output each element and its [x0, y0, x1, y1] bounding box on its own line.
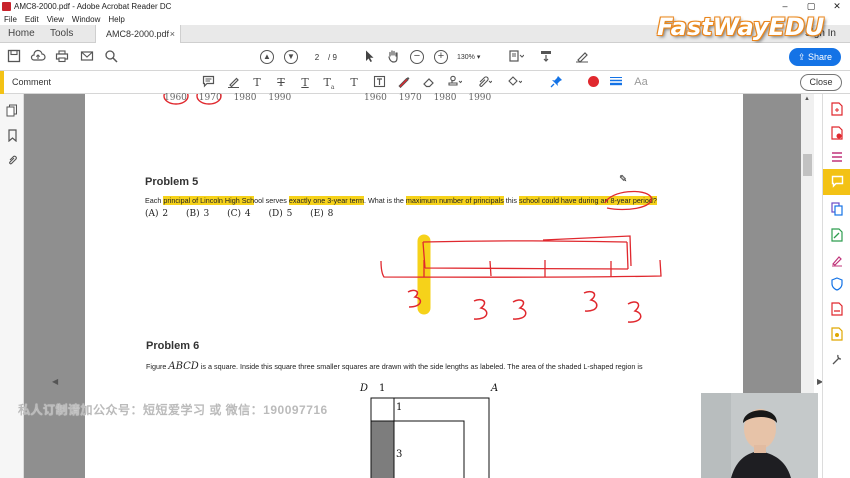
minimize-button[interactable]: – [772, 0, 798, 13]
label-d: D [360, 383, 369, 394]
page-fit-icon[interactable] [508, 49, 525, 65]
acrobat-window: { "window": { "title": "AMC8-2000.pdf - … [0, 0, 850, 478]
zoom-out-icon[interactable]: − [410, 50, 424, 64]
create-pdf-icon[interactable] [830, 102, 844, 116]
shapes-icon[interactable] [506, 75, 522, 90]
search-icon[interactable] [103, 49, 119, 65]
window-controls: – ▢ ✕ [772, 0, 850, 13]
text-box-icon[interactable] [371, 75, 387, 90]
pin-icon[interactable] [548, 75, 564, 90]
problem-6-text: Figure ABCD is a square. Inside this squ… [146, 361, 643, 372]
chevron-down-icon: ▾ [476, 54, 481, 61]
main-toolbar: ▲ ▼ 2 / 9 − + 130% ▾ ⇪ Share [0, 43, 850, 71]
save-icon[interactable] [6, 49, 22, 65]
tab-document[interactable]: AMC8-2000.pdf × [95, 25, 181, 43]
text-tool-icon[interactable]: T [249, 75, 265, 90]
scroll-up-icon[interactable]: ▲ [804, 96, 810, 102]
highlight-pen-icon[interactable] [225, 75, 241, 90]
email-icon[interactable] [79, 49, 95, 65]
left-navigation-panel [0, 94, 24, 478]
zoom-value: 130% [457, 54, 475, 61]
text-segment: Figure [146, 362, 169, 371]
handwritten-timeline-annotation [380, 190, 662, 323]
zoom-in-icon[interactable]: + [434, 50, 448, 64]
page-thumbnails-icon[interactable] [5, 104, 19, 118]
print-icon[interactable] [54, 49, 70, 65]
chinese-watermark: 私人订制请加公众号：短短爱学习 或 微信：190097716 [18, 403, 328, 417]
export-pdf-icon[interactable] [830, 126, 844, 140]
font-size-icon[interactable]: Aa [633, 75, 649, 90]
title-bar: AMC8-2000.pdf - Adobe Acrobat Reader DC … [0, 0, 850, 13]
sticky-note-icon[interactable] [200, 75, 216, 90]
scroll-thumb[interactable] [803, 154, 812, 176]
zoom-select[interactable]: 130% ▾ [457, 51, 497, 65]
line-width-icon[interactable] [608, 75, 624, 90]
square-figure [370, 397, 490, 478]
menu-edit[interactable]: Edit [25, 15, 39, 24]
more-tools-icon[interactable] [830, 352, 844, 366]
math-abcd: ABCD [168, 361, 199, 372]
acrobat-app-icon [2, 2, 11, 11]
select-cursor-icon[interactable] [361, 49, 377, 65]
fastwayedu-logo: FastWayEDU [657, 13, 825, 41]
combine-files-icon[interactable] [830, 202, 844, 216]
bookmark-icon[interactable] [5, 129, 19, 143]
page-number-input[interactable]: 2 [306, 51, 328, 65]
draw-pencil-icon[interactable] [395, 75, 411, 90]
pdf-page: 1960 1970 1980 1990 1960 1970 1980 1990 … [85, 93, 743, 478]
page-total: / 9 [328, 53, 337, 62]
optimize-pdf-icon[interactable] [830, 302, 844, 316]
previous-page-icon[interactable]: ▲ [260, 50, 274, 64]
collapse-left-panel-icon[interactable]: ◀ [52, 377, 58, 386]
tab-tools[interactable]: Tools [42, 25, 92, 42]
problem-6-title: Problem 6 [146, 340, 200, 352]
sign-pen-icon[interactable] [574, 49, 590, 65]
menu-help[interactable]: Help [108, 15, 124, 24]
comment-tool-active[interactable] [823, 169, 850, 195]
attach-icon[interactable] [476, 75, 492, 90]
tab-close-icon[interactable]: × [170, 25, 175, 43]
organize-pages-icon[interactable] [830, 151, 844, 165]
pencil-cursor-icon: ✎ [619, 174, 628, 185]
tab-home[interactable]: Home [0, 25, 42, 42]
presenter-video [701, 393, 818, 478]
right-tools-panel [822, 94, 850, 478]
label-one-top: 1 [379, 383, 386, 394]
red-circle-annotations [163, 94, 222, 105]
strikethrough-icon[interactable]: T [273, 75, 289, 90]
stamp-icon[interactable] [446, 75, 462, 90]
add-text-icon[interactable]: T [346, 75, 362, 90]
share-icon: ⇪ [797, 52, 808, 62]
maximize-button[interactable]: ▢ [798, 0, 824, 13]
share-label: Share [808, 52, 833, 62]
window-title: AMC8-2000.pdf - Adobe Acrobat Reader DC [14, 2, 172, 11]
close-window-button[interactable]: ✕ [824, 0, 850, 13]
hand-tool-icon[interactable] [385, 49, 401, 65]
edit-pdf-icon[interactable] [830, 228, 844, 242]
share-button[interactable]: ⇪ Share [789, 48, 841, 66]
color-picker-icon[interactable] [585, 75, 601, 90]
upload-cloud-icon[interactable] [30, 49, 46, 65]
underline-icon[interactable]: T [297, 75, 313, 90]
attachment-icon[interactable] [5, 154, 19, 168]
scroll-mode-icon[interactable] [538, 49, 554, 65]
replace-text-icon[interactable]: Ta [321, 75, 337, 91]
document-viewport[interactable]: 1960 1970 1980 1990 1960 1970 1980 1990 … [24, 93, 823, 478]
send-for-review-icon[interactable] [830, 327, 844, 341]
menu-window[interactable]: Window [72, 15, 100, 24]
next-page-icon[interactable]: ▼ [284, 50, 298, 64]
comment-label: Comment [12, 77, 52, 87]
protect-icon[interactable] [830, 277, 844, 291]
fill-sign-icon[interactable] [830, 253, 844, 267]
close-comment-button[interactable]: Close [800, 74, 842, 91]
label-a: A [491, 383, 499, 394]
text-segment: is a square. Inside this square three sm… [198, 362, 643, 371]
menu-file[interactable]: File [4, 15, 17, 24]
comment-toolbar: Comment T T T Ta T Aa Close [0, 71, 850, 94]
webcam-overlay [701, 393, 818, 478]
tab-document-label: AMC8-2000.pdf [106, 29, 170, 39]
eraser-icon[interactable] [420, 75, 436, 90]
comment-accent-bar [0, 71, 4, 94]
menu-view[interactable]: View [47, 15, 64, 24]
